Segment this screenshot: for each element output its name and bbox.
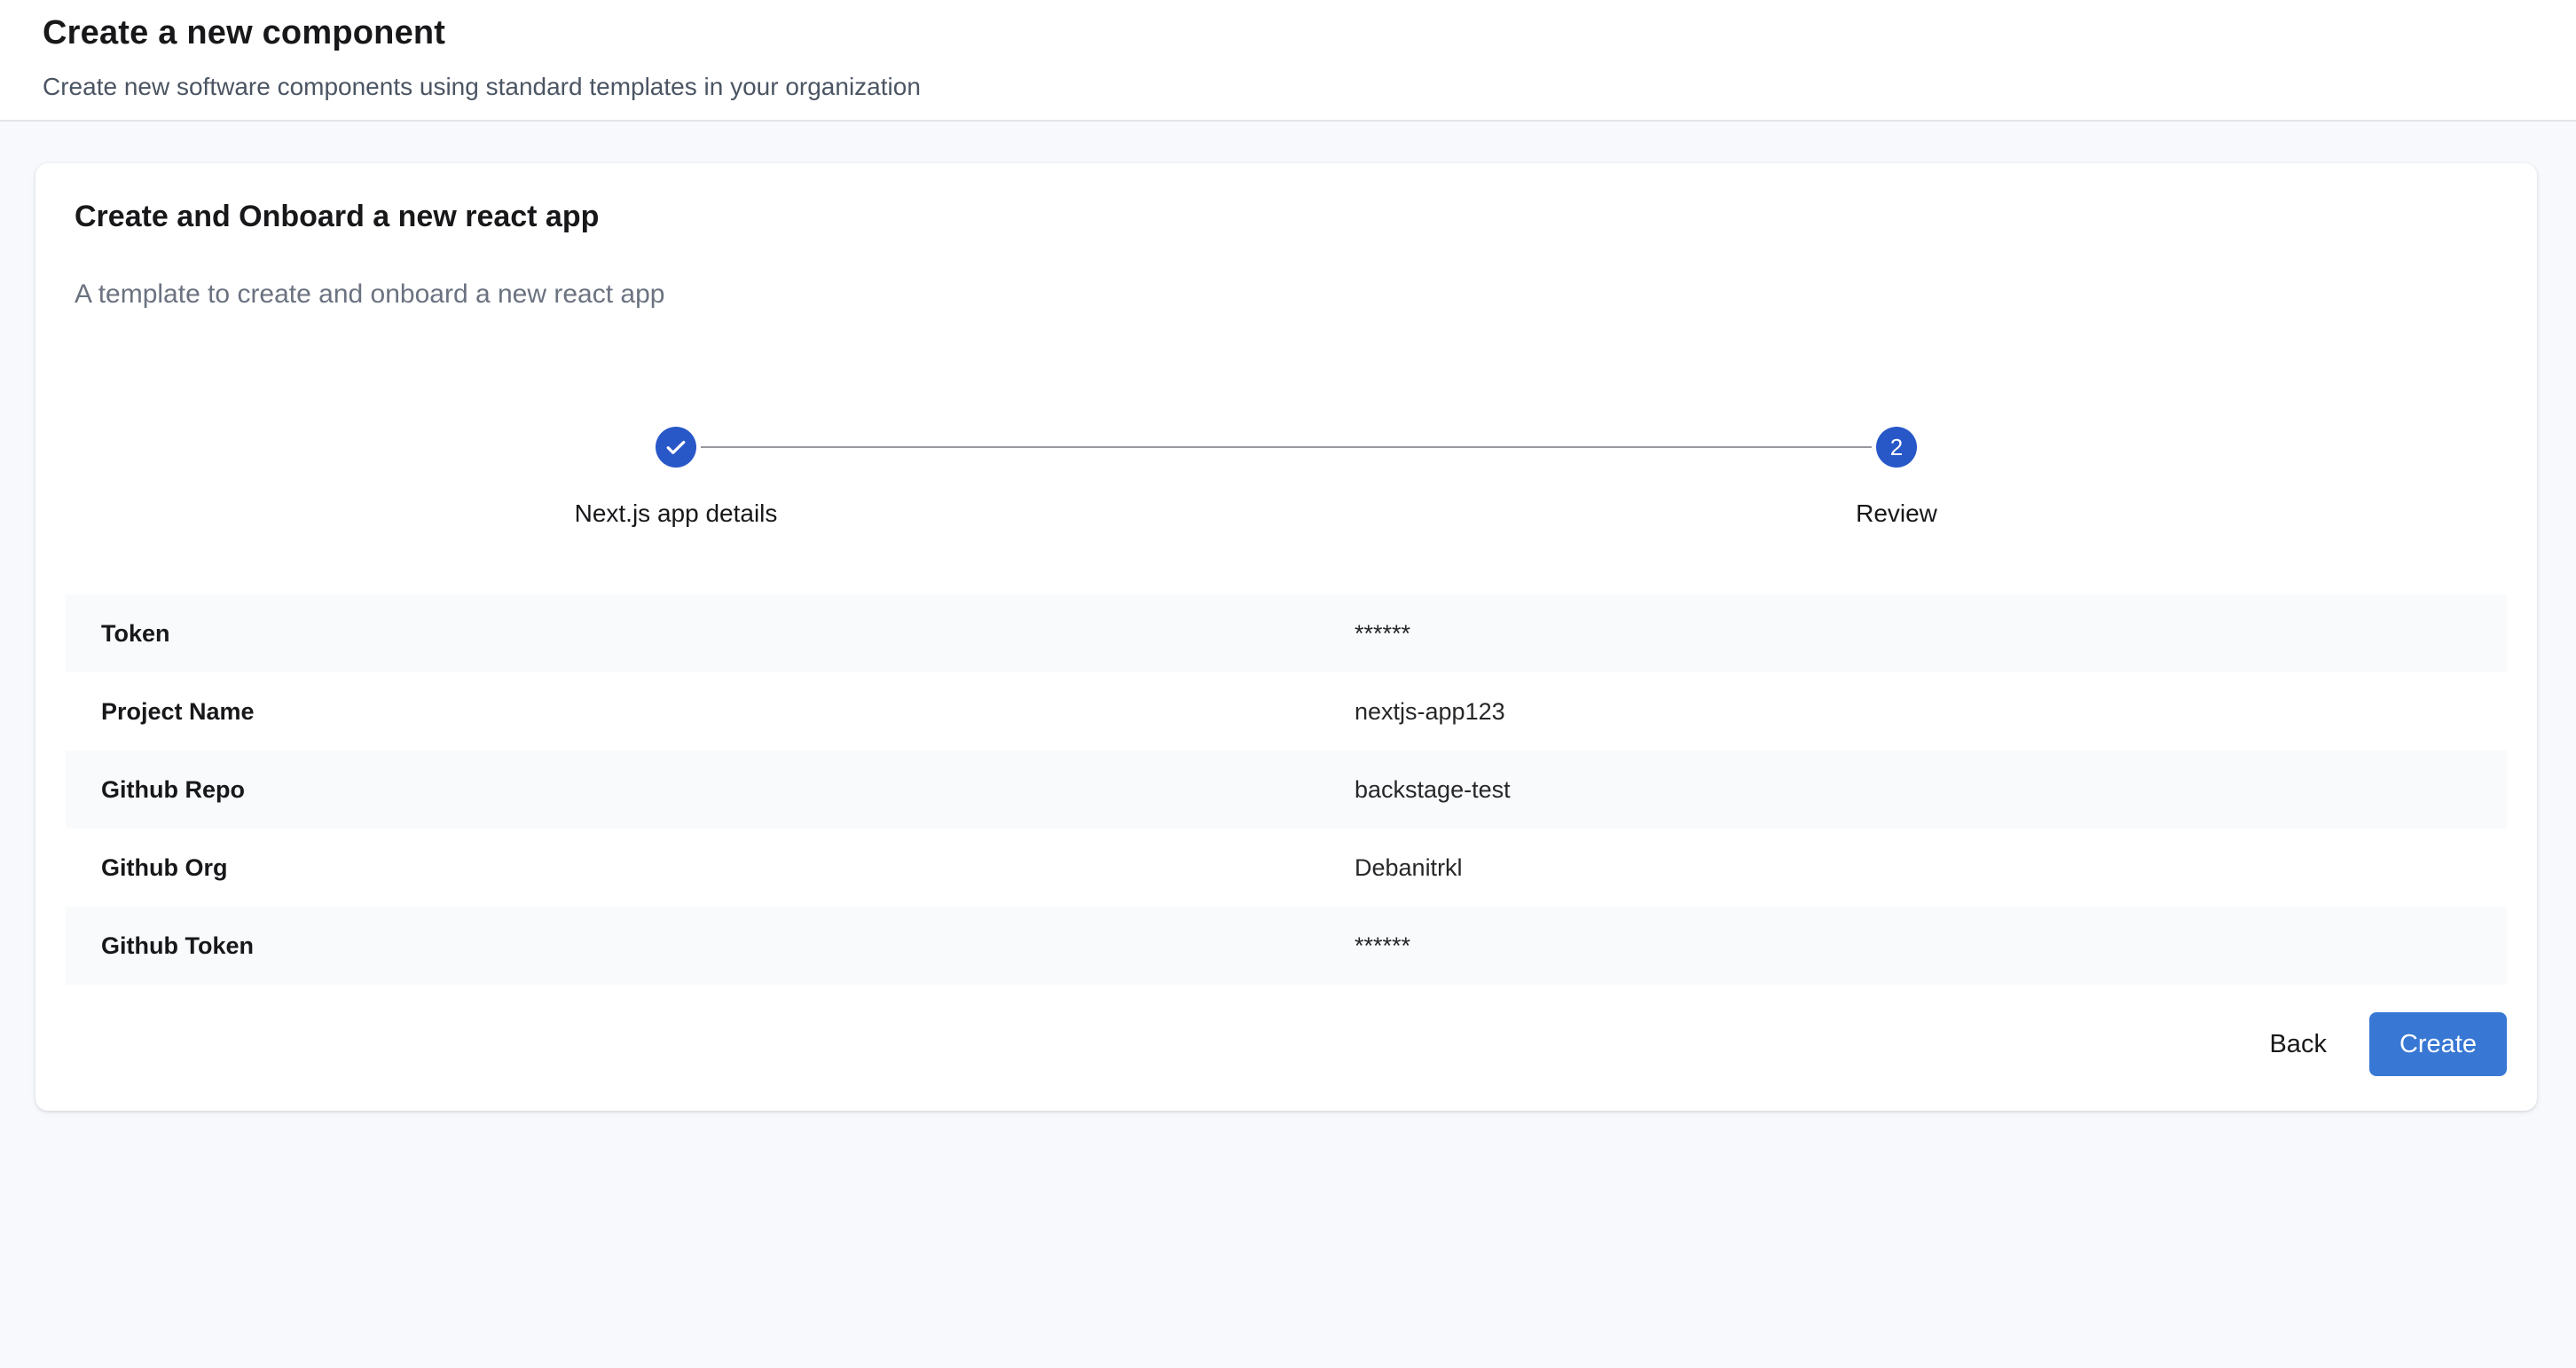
review-table: Token ****** Project Name nextjs-app123 … <box>66 594 2507 985</box>
review-row-value: nextjs-app123 <box>1355 698 1505 726</box>
step-completed-circle <box>656 427 696 468</box>
review-row-github-token: Github Token ****** <box>66 907 2507 985</box>
review-row-value: ****** <box>1355 620 1410 648</box>
page-title: Create a new component <box>43 12 2533 53</box>
review-row-token: Token ****** <box>66 594 2507 672</box>
review-row-label: Github Token <box>66 932 1355 960</box>
step-nextjs-app-details: Next.js app details <box>66 427 1286 528</box>
step-label: Review <box>1856 499 1937 528</box>
template-title: Create and Onboard a new react app <box>75 197 2507 236</box>
review-row-github-org: Github Org Debanitrkl <box>66 829 2507 907</box>
step-connector-line <box>701 446 1872 448</box>
template-subtitle: A template to create and onboard a new r… <box>75 277 2507 312</box>
content-area: Create and Onboard a new react app A tem… <box>0 163 2576 1111</box>
review-row-label: Project Name <box>66 698 1355 726</box>
back-button[interactable]: Back <box>2248 1012 2347 1076</box>
review-row-project-name: Project Name nextjs-app123 <box>66 672 2507 751</box>
template-wizard-card: Create and Onboard a new react app A tem… <box>35 163 2537 1111</box>
review-row-github-repo: Github Repo backstage-test <box>66 751 2507 829</box>
step-label: Next.js app details <box>575 499 778 528</box>
step-review: 2 Review <box>1286 427 2507 528</box>
review-row-label: Token <box>66 620 1355 648</box>
step-active-circle: 2 <box>1876 427 1917 468</box>
review-row-value: backstage-test <box>1355 776 1511 804</box>
create-button[interactable]: Create <box>2369 1012 2507 1076</box>
page-header: Create a new component Create new softwa… <box>0 0 2576 122</box>
review-row-value: Debanitrkl <box>1355 854 1463 882</box>
page-subtitle: Create new software components using sta… <box>43 71 2533 103</box>
review-row-label: Github Org <box>66 854 1355 882</box>
step-number: 2 <box>1890 436 1903 459</box>
wizard-actions: Back Create <box>66 1012 2507 1076</box>
review-row-label: Github Repo <box>66 776 1355 804</box>
review-row-value: ****** <box>1355 932 1410 960</box>
wizard-stepper: Next.js app details 2 Review <box>66 427 2507 528</box>
check-icon <box>663 434 689 460</box>
